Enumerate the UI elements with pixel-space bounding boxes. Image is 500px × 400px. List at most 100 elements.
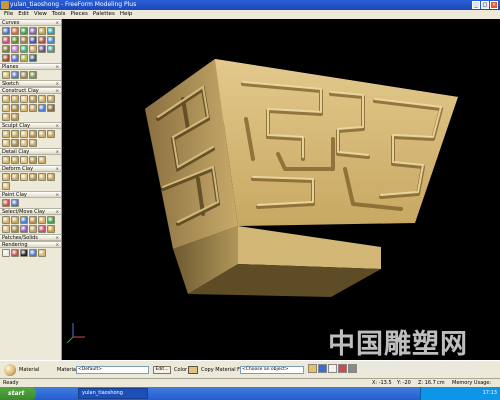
tool-icon[interactable] xyxy=(11,104,19,112)
tool-icon[interactable] xyxy=(20,173,28,181)
tool-icon[interactable] xyxy=(29,71,37,79)
tool-icon[interactable] xyxy=(47,36,55,44)
taskbar-app-button[interactable]: yulan_tiaoshong xyxy=(78,388,148,399)
close-icon[interactable]: × xyxy=(56,192,59,198)
tool-icon[interactable] xyxy=(29,156,37,164)
tool-icon[interactable] xyxy=(2,173,10,181)
palette-header[interactable]: Detail Clay × xyxy=(0,148,61,155)
tool-icon[interactable] xyxy=(38,36,46,44)
menu-item-pieces[interactable]: Pieces xyxy=(71,10,88,19)
menu-item-edit[interactable]: Edit xyxy=(18,10,29,19)
tool-icon[interactable] xyxy=(2,27,10,35)
color-swatch[interactable] xyxy=(188,366,198,374)
tool-icon[interactable] xyxy=(29,45,37,53)
tool-icon[interactable] xyxy=(11,139,19,147)
close-icon[interactable]: × xyxy=(56,123,59,129)
tool-icon[interactable] xyxy=(11,173,19,181)
start-button[interactable]: start xyxy=(0,387,36,400)
minimize-button[interactable]: _ xyxy=(472,1,480,9)
palette-header[interactable]: Planes × xyxy=(0,63,61,70)
tool-icon[interactable] xyxy=(11,216,19,224)
close-button[interactable]: × xyxy=(490,1,498,9)
tool-icon[interactable] xyxy=(29,173,37,181)
tool-icon[interactable] xyxy=(11,130,19,138)
tool-icon[interactable] xyxy=(38,104,46,112)
tool-icon[interactable] xyxy=(47,225,55,233)
menu-item-view[interactable]: View xyxy=(34,10,47,19)
tool-icon[interactable] xyxy=(29,27,37,35)
tool-icon[interactable] xyxy=(47,130,55,138)
tool-icon[interactable] xyxy=(2,156,10,164)
palette-header[interactable]: Rendering × xyxy=(0,241,61,248)
palette-header[interactable]: Deform Clay × xyxy=(0,165,61,172)
tool-icon[interactable] xyxy=(20,249,28,257)
palette-header[interactable]: Paint Clay × xyxy=(0,191,61,198)
tool-icon[interactable] xyxy=(11,71,19,79)
tool-icon[interactable] xyxy=(38,156,46,164)
tool-icon[interactable] xyxy=(29,130,37,138)
close-icon[interactable]: × xyxy=(56,209,59,215)
tool-icon[interactable] xyxy=(29,104,37,112)
tool-icon[interactable] xyxy=(38,216,46,224)
palette-header[interactable]: Curves × xyxy=(0,19,61,26)
tool-icon[interactable] xyxy=(2,54,10,62)
tool-icon[interactable] xyxy=(20,27,28,35)
tool-icon[interactable] xyxy=(2,199,10,207)
tool-icon[interactable] xyxy=(38,130,46,138)
tool-icon[interactable] xyxy=(20,104,28,112)
edit-material-button[interactable]: Edit... xyxy=(153,366,171,374)
tool-icon[interactable] xyxy=(2,36,10,44)
tool-icon[interactable] xyxy=(38,45,46,53)
model-viewport[interactable] xyxy=(63,19,500,360)
close-icon[interactable]: × xyxy=(56,166,59,172)
tool-icon[interactable] xyxy=(29,139,37,147)
tool-icon[interactable] xyxy=(2,130,10,138)
tool-icon[interactable] xyxy=(38,249,46,257)
tool-icon[interactable] xyxy=(20,130,28,138)
tool-icon[interactable] xyxy=(11,36,19,44)
tool-icon[interactable] xyxy=(47,45,55,53)
tool-icon[interactable] xyxy=(20,139,28,147)
tool-icon[interactable] xyxy=(2,225,10,233)
tool-icon[interactable] xyxy=(29,54,37,62)
tool-icon[interactable] xyxy=(20,95,28,103)
tool-icon[interactable] xyxy=(29,249,37,257)
tool-icon[interactable] xyxy=(11,113,19,121)
tool-icon[interactable] xyxy=(2,113,10,121)
tool-icon[interactable] xyxy=(11,249,19,257)
tool-icon[interactable] xyxy=(29,36,37,44)
tool-icon[interactable] xyxy=(20,45,28,53)
tool-icon[interactable] xyxy=(38,27,46,35)
tool-icon[interactable] xyxy=(47,104,55,112)
palette-header[interactable]: Select/Move Clay × xyxy=(0,208,61,215)
maximize-button[interactable]: □ xyxy=(481,1,489,9)
tool-icon[interactable] xyxy=(2,182,10,190)
close-icon[interactable]: × xyxy=(56,64,59,70)
tool-icon[interactable] xyxy=(2,216,10,224)
tool-icon[interactable] xyxy=(2,104,10,112)
tool-icon[interactable] xyxy=(11,54,19,62)
tool-icon[interactable] xyxy=(38,95,46,103)
tool-icon[interactable] xyxy=(11,95,19,103)
menu-item-palettes[interactable]: Palettes xyxy=(93,10,115,19)
tool-icon[interactable] xyxy=(20,216,28,224)
close-icon[interactable]: × xyxy=(56,88,59,94)
copy-material-dropdown[interactable]: <Choose an object> xyxy=(240,366,304,374)
close-icon[interactable]: × xyxy=(56,242,59,248)
tool-icon[interactable] xyxy=(29,216,37,224)
tool-icon[interactable] xyxy=(11,27,19,35)
tool-icon[interactable] xyxy=(47,95,55,103)
tool-icon[interactable] xyxy=(38,225,46,233)
menu-item-tools[interactable]: Tools xyxy=(52,10,66,19)
tool-icon[interactable] xyxy=(47,173,55,181)
palette-header[interactable]: Patches/Solids × xyxy=(0,234,61,241)
tool-icon[interactable] xyxy=(20,36,28,44)
material-dropdown[interactable]: <Default> xyxy=(76,366,149,374)
tool-icon[interactable] xyxy=(20,54,28,62)
tool-icon[interactable] xyxy=(2,139,10,147)
palette-header[interactable]: Sketch × xyxy=(0,80,61,87)
tool-icon[interactable] xyxy=(29,95,37,103)
tool-icon[interactable] xyxy=(11,199,19,207)
tool-icon[interactable] xyxy=(2,95,10,103)
tool-icon[interactable] xyxy=(20,225,28,233)
